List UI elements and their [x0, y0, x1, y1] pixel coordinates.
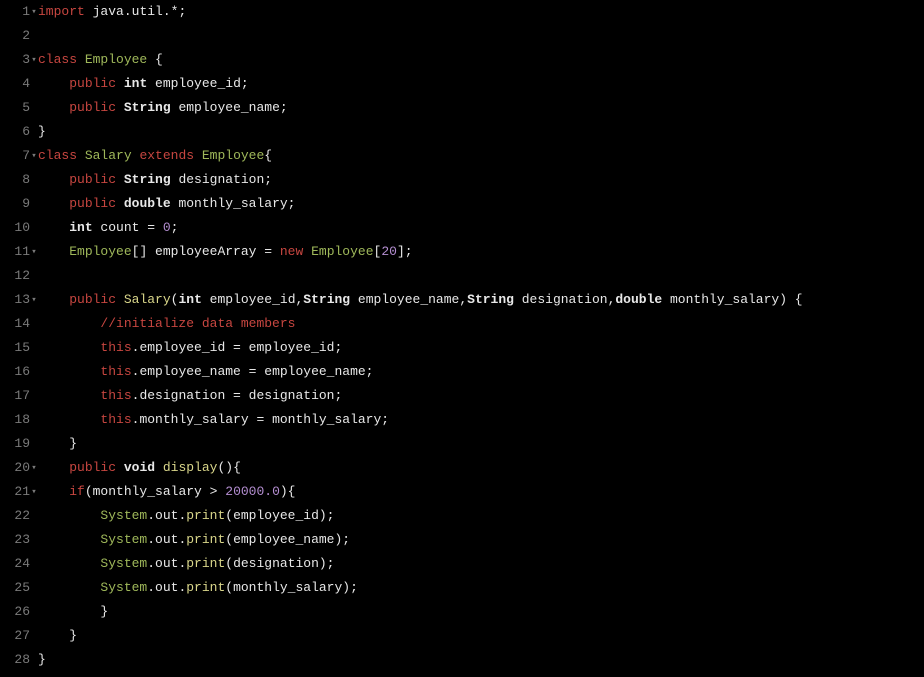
line-number: 9 — [0, 192, 30, 216]
code-line[interactable] — [38, 24, 924, 48]
line-number: 14 — [0, 312, 30, 336]
line-number: 4 — [0, 72, 30, 96]
line-number: 22 — [0, 504, 30, 528]
code-line[interactable]: } — [38, 600, 924, 624]
fold-icon[interactable]: ▾ — [30, 480, 38, 504]
code-line[interactable]: System.out.print(designation); — [38, 552, 924, 576]
line-number: 13▾ — [0, 288, 30, 312]
code-line[interactable]: this.monthly_salary = monthly_salary; — [38, 408, 924, 432]
fold-icon[interactable]: ▾ — [30, 144, 38, 168]
code-line[interactable]: this.designation = designation; — [38, 384, 924, 408]
line-number: 27 — [0, 624, 30, 648]
line-number: 5 — [0, 96, 30, 120]
code-line[interactable]: public String employee_name; — [38, 96, 924, 120]
fold-icon[interactable]: ▾ — [30, 288, 38, 312]
line-number: 23 — [0, 528, 30, 552]
line-number: 19 — [0, 432, 30, 456]
code-line[interactable]: public String designation; — [38, 168, 924, 192]
line-number: 1▾ — [0, 0, 30, 24]
code-line[interactable]: } — [38, 648, 924, 672]
line-number: 21▾ — [0, 480, 30, 504]
line-number: 8 — [0, 168, 30, 192]
line-number: 2 — [0, 24, 30, 48]
code-line[interactable]: //initialize data members — [38, 312, 924, 336]
code-line[interactable]: Employee[] employeeArray = new Employee[… — [38, 240, 924, 264]
fold-icon[interactable]: ▾ — [30, 0, 38, 24]
fold-icon[interactable]: ▾ — [30, 48, 38, 72]
line-number: 26 — [0, 600, 30, 624]
line-number: 18 — [0, 408, 30, 432]
code-line[interactable] — [38, 264, 924, 288]
code-line[interactable]: System.out.print(employee_name); — [38, 528, 924, 552]
line-number: 20▾ — [0, 456, 30, 480]
line-number: 12 — [0, 264, 30, 288]
line-number: 17 — [0, 384, 30, 408]
code-line[interactable]: class Employee { — [38, 48, 924, 72]
line-number: 7▾ — [0, 144, 30, 168]
line-number: 24 — [0, 552, 30, 576]
line-number: 3▾ — [0, 48, 30, 72]
code-line[interactable]: } — [38, 624, 924, 648]
line-number: 28 — [0, 648, 30, 672]
code-line[interactable]: public Salary(int employee_id,String emp… — [38, 288, 924, 312]
code-line[interactable]: if(monthly_salary > 20000.0){ — [38, 480, 924, 504]
code-line[interactable]: class Salary extends Employee{ — [38, 144, 924, 168]
code-line[interactable]: public int employee_id; — [38, 72, 924, 96]
code-line[interactable]: import java.util.*; — [38, 0, 924, 24]
code-line[interactable]: this.employee_name = employee_name; — [38, 360, 924, 384]
code-editor[interactable]: 1▾23▾4567▾891011▾1213▾14151617181920▾21▾… — [0, 0, 924, 672]
code-line[interactable]: } — [38, 120, 924, 144]
line-number: 11▾ — [0, 240, 30, 264]
code-line[interactable]: } — [38, 432, 924, 456]
line-number: 6 — [0, 120, 30, 144]
code-line[interactable]: public double monthly_salary; — [38, 192, 924, 216]
code-line[interactable]: this.employee_id = employee_id; — [38, 336, 924, 360]
code-line[interactable]: int count = 0; — [38, 216, 924, 240]
line-number: 16 — [0, 360, 30, 384]
code-area[interactable]: import java.util.*; class Employee { pub… — [38, 0, 924, 672]
code-line[interactable]: public void display(){ — [38, 456, 924, 480]
fold-icon[interactable]: ▾ — [30, 240, 38, 264]
fold-icon[interactable]: ▾ — [30, 456, 38, 480]
line-number: 10 — [0, 216, 30, 240]
line-gutter: 1▾23▾4567▾891011▾1213▾14151617181920▾21▾… — [0, 0, 38, 672]
line-number: 15 — [0, 336, 30, 360]
code-line[interactable]: System.out.print(monthly_salary); — [38, 576, 924, 600]
code-line[interactable]: System.out.print(employee_id); — [38, 504, 924, 528]
line-number: 25 — [0, 576, 30, 600]
